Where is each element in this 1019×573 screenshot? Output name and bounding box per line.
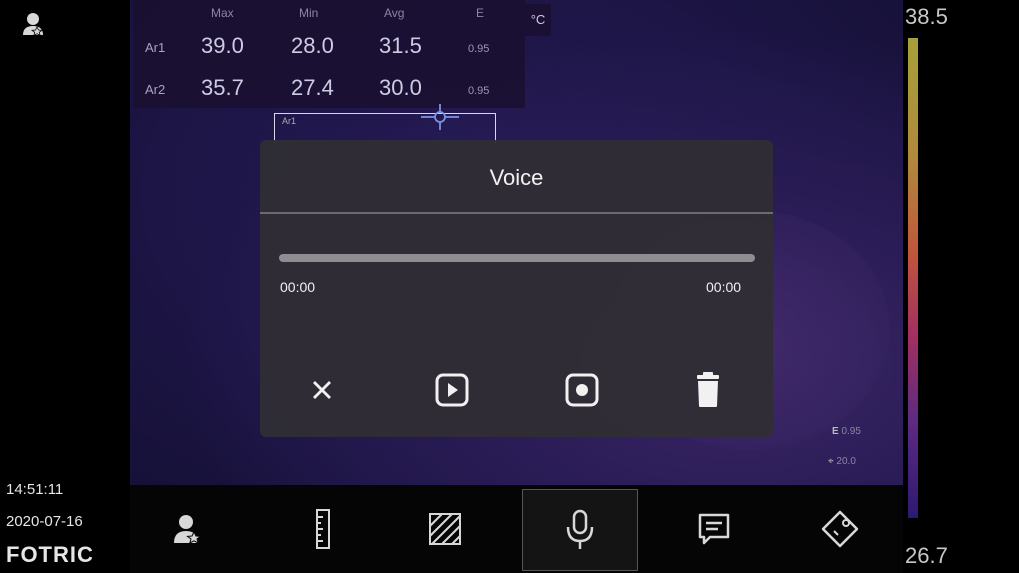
bottom-toolbar — [130, 485, 903, 573]
play-button[interactable] — [430, 368, 474, 412]
microphone-icon — [566, 509, 594, 549]
row-label-ar1: Ar1 — [145, 40, 166, 55]
audio-progress-bar[interactable] — [279, 254, 755, 262]
ar2-avg: 30.0 — [379, 75, 422, 100]
user-icon[interactable] — [22, 12, 44, 37]
audio-total-time: 00:00 — [706, 279, 742, 295]
color-scale-bar — [908, 38, 918, 518]
trash-icon — [697, 372, 719, 407]
temperature-table: Max Min Avg E Ar1 39.0 28.0 31.5 0.95 Ar… — [133, 0, 525, 108]
ar1-max: 39.0 — [201, 33, 244, 58]
toolbar-text-button[interactable] — [656, 485, 772, 573]
row-label-ar2: Ar2 — [145, 82, 166, 97]
ar2-emissivity: 0.95 — [468, 85, 490, 97]
close-button[interactable] — [300, 368, 344, 412]
right-scale-panel — [903, 0, 1019, 573]
header-avg: Avg — [384, 6, 405, 20]
hatched-area-icon — [429, 513, 461, 545]
clock-date: 2020-07-16 — [6, 513, 83, 530]
audio-current-time: 00:00 — [280, 279, 316, 295]
dialog-title: Voice — [489, 165, 544, 190]
header-max: Max — [211, 6, 234, 20]
toolbar-voice-button[interactable] — [522, 489, 638, 571]
clock-time: 14:51:11 — [6, 481, 64, 498]
message-icon — [698, 513, 730, 545]
header-emissivity: E — [476, 6, 485, 20]
crosshair-icon[interactable] — [421, 104, 459, 130]
emissivity-label: E — [832, 426, 839, 437]
distance-readout: ⌖ 20.0 — [828, 456, 856, 467]
unit-badge: °C — [525, 4, 551, 36]
dialog-divider — [260, 212, 773, 214]
delete-button[interactable] — [686, 368, 730, 412]
play-icon — [435, 373, 469, 407]
distance-value: 20.0 — [836, 456, 856, 467]
header-min: Min — [299, 6, 319, 20]
record-button[interactable] — [560, 368, 604, 412]
user-star-icon — [174, 515, 202, 544]
toolbar-user-button[interactable] — [130, 485, 246, 573]
ar1-emissivity: 0.95 — [468, 43, 490, 55]
voice-dialog: Voice 00:00 00:00 — [260, 140, 773, 437]
ar1-avg: 31.5 — [379, 33, 422, 58]
ar2-max: 35.7 — [201, 75, 244, 100]
record-icon — [565, 373, 599, 407]
brand-logo: FOTRIC — [6, 542, 94, 567]
distance-icon: ⌖ — [828, 456, 834, 467]
roi-label: Ar1 — [282, 116, 297, 126]
ar2-min: 27.4 — [291, 75, 334, 100]
ar1-min: 28.0 — [291, 33, 334, 58]
scale-min-value: 26.7 — [905, 543, 948, 568]
close-icon — [313, 381, 331, 399]
ruler-icon — [316, 509, 330, 549]
toolbar-ruler-button[interactable] — [262, 485, 378, 573]
emissivity-readout: E 0.95 — [832, 426, 861, 437]
toolbar-tag-button[interactable] — [782, 485, 898, 573]
tag-icon — [821, 510, 859, 548]
toolbar-area-button[interactable] — [387, 485, 503, 573]
emissivity-value: 0.95 — [841, 426, 861, 437]
roi-area-box[interactable] — [274, 113, 496, 143]
scale-max-value: 38.5 — [905, 4, 948, 29]
